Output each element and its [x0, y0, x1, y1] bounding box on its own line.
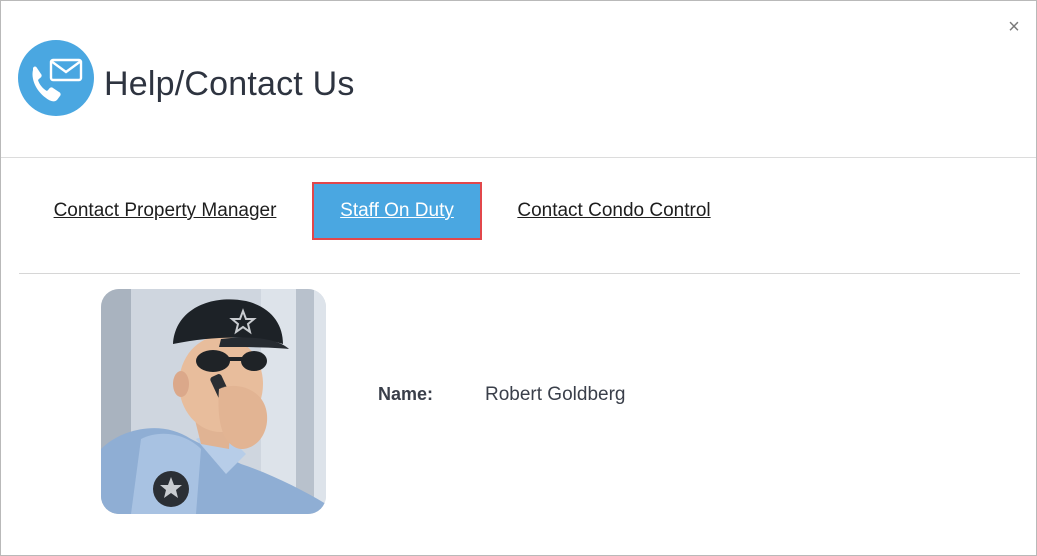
help-contact-dialog: × Help/Contact Us Contact Property Manag…	[0, 0, 1037, 556]
phone-envelope-icon	[18, 40, 94, 116]
staff-photo	[101, 289, 326, 514]
tab-staff-on-duty[interactable]: Staff On Duty	[312, 182, 482, 240]
dialog-header: Help/Contact Us	[1, 1, 1036, 158]
page-title: Help/Contact Us	[104, 65, 355, 103]
contact-tabs: Contact Property Manager Staff On Duty C…	[19, 182, 1020, 274]
staff-name: Robert Goldberg	[485, 384, 626, 405]
name-label: Name:	[378, 384, 434, 404]
tab-contact-property-manager[interactable]: Contact Property Manager	[41, 182, 289, 240]
staff-on-duty-panel: Name: Robert Goldberg	[1, 274, 1036, 554]
tab-contact-condo-control[interactable]: Contact Condo Control	[507, 182, 721, 240]
